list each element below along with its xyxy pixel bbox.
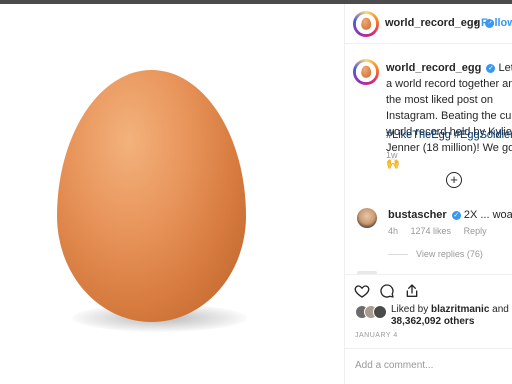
verified-badge-icon: ✓ (486, 63, 496, 73)
reply-button[interactable]: Reply (464, 226, 487, 236)
liker-avatar[interactable] (373, 305, 387, 319)
post-date[interactable]: JANUARY 4 (355, 332, 398, 339)
heart-icon[interactable] (354, 283, 370, 299)
view-replies-button[interactable]: View replies (76) (388, 249, 483, 259)
caption-time[interactable]: 1w (386, 150, 398, 160)
egg-image (57, 70, 246, 322)
comment-time[interactable]: 4h (388, 226, 398, 236)
comment-line: bustascher ✓ 2X ... woah (388, 209, 512, 221)
add-comment-input[interactable]: Add a comment... (355, 360, 433, 371)
author-avatar[interactable] (353, 11, 379, 37)
post-photo[interactable] (0, 4, 344, 384)
caption-avatar[interactable] (353, 59, 379, 85)
commenter-avatar[interactable] (357, 208, 377, 228)
view-replies-text[interactable]: View replies (76) (416, 249, 483, 259)
follow-button[interactable]: Follow (481, 17, 512, 29)
liker-username[interactable]: blazritmanic (431, 304, 489, 315)
actions-divider (345, 274, 512, 275)
caption: world_record_egg ✓ Let's set a world rec… (386, 60, 512, 172)
verified-badge-icon: ✓ (451, 210, 461, 220)
and-label: and (492, 304, 509, 315)
post-side-panel: world_record_egg ✓ • Follow world_record… (345, 4, 512, 384)
plus-circle-icon[interactable]: + (446, 172, 462, 188)
separator-dot: • (474, 17, 478, 29)
comment-divider (345, 348, 512, 349)
comment-username[interactable]: bustascher (388, 209, 447, 221)
liker-avatars (355, 305, 391, 319)
comment-likes[interactable]: 1274 likes (411, 226, 452, 236)
liked-by-label: Liked by (391, 304, 429, 315)
comment-icon[interactable] (379, 283, 395, 299)
author-username-text[interactable]: world_record_egg (385, 17, 480, 29)
post-header: world_record_egg ✓ • Follow (345, 4, 512, 44)
likes-count[interactable]: 38,362,092 others (391, 316, 474, 327)
comment-meta: 4h 1274 likes Reply (388, 226, 497, 236)
comment-text: 2X ... woah (463, 209, 512, 221)
replies-dash (388, 254, 408, 256)
instagram-post: world_record_egg ✓ • Follow world_record… (0, 4, 512, 384)
caption-hashtags[interactable]: #LikeTheEgg #EggSoldiers #EggGang (386, 129, 512, 141)
share-icon[interactable] (404, 283, 420, 299)
caption-username[interactable]: world_record_egg (386, 62, 481, 74)
likes-summary: Liked by blazritmanic and 38,362,092 oth… (391, 304, 511, 328)
author-username[interactable]: world_record_egg ✓ (385, 17, 495, 29)
caption-text: Let's set a world record together and ge… (386, 62, 512, 170)
